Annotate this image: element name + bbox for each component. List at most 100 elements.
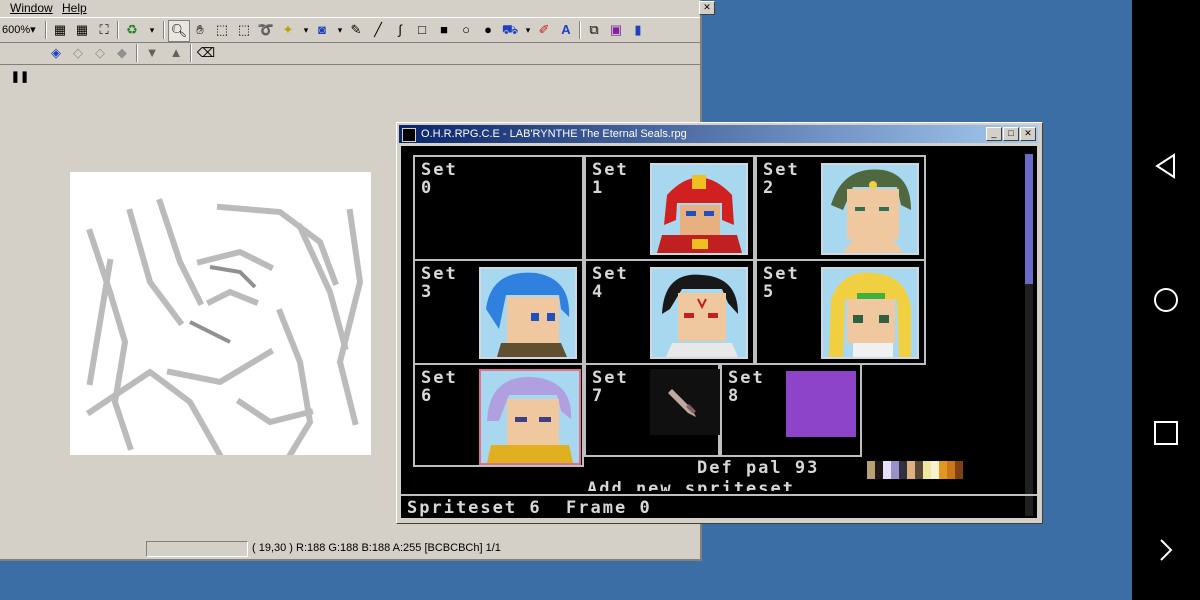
home-icon[interactable] bbox=[1152, 286, 1180, 314]
recycle-icon[interactable]: ♻ bbox=[122, 20, 142, 40]
palette-swatch-11 bbox=[955, 461, 963, 479]
magic-wand-icon[interactable]: ✦ bbox=[278, 20, 298, 40]
sketch-drawing bbox=[85, 198, 364, 460]
color-picker-icon[interactable]: ✐ bbox=[534, 20, 554, 40]
set-label: Set 0 bbox=[421, 160, 458, 198]
filled-ellipse-icon[interactable]: ● bbox=[478, 20, 498, 40]
spriteset-cell-6[interactable]: Set 6 bbox=[413, 363, 584, 467]
close-button[interactable]: ✕ bbox=[699, 1, 715, 15]
scrollbar-thumb[interactable] bbox=[1025, 154, 1033, 284]
add-new-spriteset[interactable]: Add new spriteset bbox=[587, 479, 795, 491]
grid-icon[interactable]: ▦ bbox=[50, 20, 70, 40]
spriteset-cell-8[interactable]: Set 8 bbox=[720, 363, 862, 457]
spriteset-cell-4[interactable]: Set 4 bbox=[584, 259, 755, 365]
purple-placeholder bbox=[786, 371, 856, 437]
move-down-icon[interactable]: ▼ bbox=[142, 43, 162, 63]
spriteset-cell-5[interactable]: Set 5 bbox=[755, 259, 926, 365]
palette-swatch-3 bbox=[891, 461, 899, 479]
paste-icon[interactable]: ◈ bbox=[46, 43, 66, 63]
palette-icon[interactable]: ▮ bbox=[628, 20, 648, 40]
frame-icon[interactable]: ▣ bbox=[606, 20, 626, 40]
menu-help[interactable]: Help bbox=[62, 1, 87, 15]
menu-bar: Window Help _❐✕ bbox=[0, 0, 715, 16]
back-icon[interactable] bbox=[1152, 152, 1180, 180]
toolbar-animation: ❚❚ bbox=[0, 65, 700, 89]
zoom-tool-icon[interactable]: 🔍︎ bbox=[168, 20, 190, 42]
status-bar: ( 19,30 ) R:188 G:188 B:188 A:255 [BCBCB… bbox=[0, 540, 700, 558]
portrait-blue-hair bbox=[479, 267, 577, 359]
crop-icon[interactable]: ⛶ bbox=[94, 20, 114, 40]
palette-swatches[interactable] bbox=[867, 461, 963, 479]
curve-icon[interactable]: ∫ bbox=[390, 20, 410, 40]
android-nav-bar bbox=[1132, 0, 1200, 600]
set-label: Set 1 bbox=[592, 160, 629, 198]
text-tool-icon[interactable]: A bbox=[556, 20, 576, 40]
set-label: Set 4 bbox=[592, 264, 629, 302]
dropdown-arrow-icon[interactable]: ▾ bbox=[142, 20, 162, 40]
palette-swatch-6 bbox=[915, 461, 923, 479]
filled-rectangle-icon[interactable]: ■ bbox=[434, 20, 454, 40]
maximize-button[interactable]: □ bbox=[1003, 127, 1019, 141]
palette-swatch-7 bbox=[923, 461, 931, 479]
diamond-tag-icon[interactable]: ◆ bbox=[112, 43, 132, 63]
palette-swatch-10 bbox=[947, 461, 955, 479]
spriteset-cell-3[interactable]: Set 3 bbox=[413, 259, 584, 365]
palette-label: Def pal 93 bbox=[697, 458, 820, 478]
layers-icon[interactable]: ⧉ bbox=[584, 20, 604, 40]
chevron-right-icon[interactable] bbox=[1152, 536, 1180, 564]
ohr-window-controls: _ □ ✕ bbox=[985, 127, 1036, 145]
zoom-select[interactable]: 600%▾ bbox=[2, 21, 42, 39]
portrait-dark-hair bbox=[650, 267, 748, 359]
menu-window[interactable]: Window bbox=[10, 1, 53, 15]
palette-swatch-4 bbox=[899, 461, 907, 479]
spriteset-cell-7[interactable]: Set 7 bbox=[584, 363, 720, 457]
palette-swatch-2 bbox=[883, 461, 891, 479]
grid-light-icon[interactable]: ▦ bbox=[72, 20, 92, 40]
palette-swatch-0 bbox=[867, 461, 875, 479]
pencil-icon[interactable]: ✎ bbox=[346, 20, 366, 40]
set-label: Set 3 bbox=[421, 264, 458, 302]
spriteset-frame-status: Spriteset 6 Frame 0 bbox=[407, 498, 652, 518]
ohr-title-bar[interactable]: O.H.R.RPG.C.E - LAB'RYNTHE The Eternal S… bbox=[399, 125, 1038, 143]
hand-tool-icon[interactable]: ✋︎ bbox=[190, 20, 210, 40]
spriteset-cell-0[interactable]: Set 0 bbox=[413, 155, 584, 261]
lasso-icon[interactable]: ➰ bbox=[256, 20, 276, 40]
color-select-icon[interactable]: ◙ bbox=[312, 20, 332, 40]
palette-swatch-9 bbox=[939, 461, 947, 479]
portrait-blonde-hair bbox=[821, 267, 919, 359]
ohr-window-title: O.H.R.RPG.C.E - LAB'RYNTHE The Eternal S… bbox=[421, 128, 687, 140]
spriteset-cell-2[interactable]: Set 2 bbox=[755, 155, 926, 261]
pause-button[interactable]: ❚❚ bbox=[10, 68, 30, 86]
fill-bucket-icon[interactable]: ⛟ bbox=[500, 20, 520, 40]
status-coordinates: ( 19,30 ) R:188 G:188 B:188 A:255 [BCBCB… bbox=[252, 542, 501, 554]
move-up-icon[interactable]: ▲ bbox=[166, 43, 186, 63]
diamond-x-icon[interactable]: ◇ bbox=[90, 43, 110, 63]
palette-swatch-8 bbox=[931, 461, 939, 479]
free-select-icon[interactable]: ⬚ bbox=[234, 20, 254, 40]
rect-select-icon[interactable]: ⬚ bbox=[212, 20, 232, 40]
toolbar-secondary: ◈ ◇ ◇ ◆ ▼ ▲ ⌫ bbox=[0, 42, 700, 65]
scrollbar[interactable] bbox=[1025, 154, 1033, 516]
sword-sprite-icon bbox=[650, 369, 720, 435]
portrait-green-hair bbox=[821, 163, 919, 255]
set-label: Set 5 bbox=[763, 264, 800, 302]
diamond-icon[interactable]: ◇ bbox=[68, 43, 88, 63]
ellipse-icon[interactable]: ○ bbox=[456, 20, 476, 40]
drawing-canvas[interactable] bbox=[70, 172, 371, 460]
set-label: Set 6 bbox=[421, 368, 458, 406]
line-icon[interactable]: ╱ bbox=[368, 20, 388, 40]
palette-swatch-1 bbox=[875, 461, 883, 479]
rectangle-icon[interactable]: □ bbox=[412, 20, 432, 40]
toolbar-main: 600%▾ ▦ ▦ ⛶ ♻ ▾ 🔍︎ ✋︎ ⬚ ⬚ ➰ ✦ ▾ ◙ ▾ ✎ ╱ … bbox=[0, 17, 700, 43]
status-panel bbox=[146, 541, 248, 557]
ohr-status-row: Spriteset 6 Frame 0 bbox=[401, 494, 1037, 520]
erase-icon[interactable]: ⌫ bbox=[196, 43, 216, 63]
minimize-button[interactable]: _ bbox=[986, 127, 1002, 141]
app-icon bbox=[402, 128, 416, 142]
recents-icon[interactable] bbox=[1152, 419, 1180, 447]
ohr-window: O.H.R.RPG.C.E - LAB'RYNTHE The Eternal S… bbox=[396, 122, 1043, 524]
spriteset-cell-1[interactable]: Set 1 bbox=[584, 155, 755, 261]
close-button[interactable]: ✕ bbox=[1020, 127, 1036, 141]
portrait-red-helmet bbox=[650, 163, 748, 255]
portrait-lavender-hair-selected bbox=[479, 369, 581, 465]
